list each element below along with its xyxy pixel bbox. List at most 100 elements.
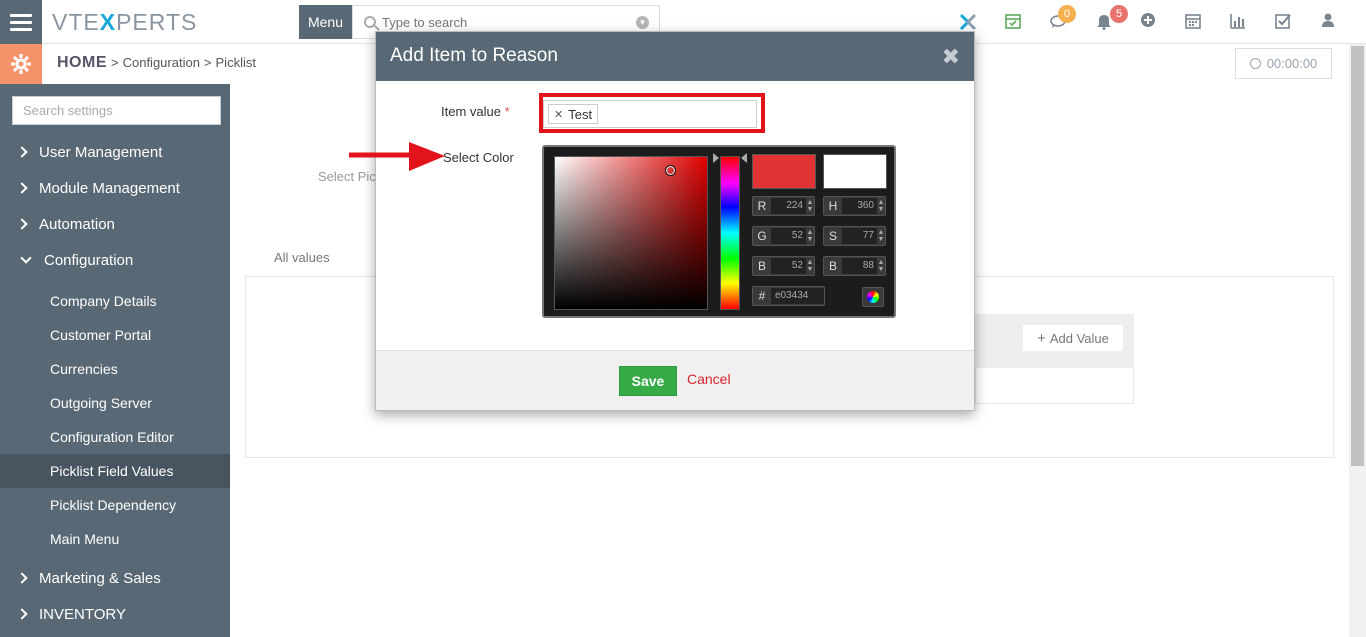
- hex-value[interactable]: e03434: [771, 288, 824, 304]
- scrollbar-thumb[interactable]: [1351, 46, 1364, 466]
- settings-search-input[interactable]: Search settings: [12, 96, 221, 125]
- sidebar-item-inventory[interactable]: INVENTORY: [0, 597, 230, 631]
- spinner-icon[interactable]: ▲ ▼: [806, 259, 814, 273]
- sidebar-subitem-currencies[interactable]: Currencies: [0, 352, 230, 386]
- sidebar-item-label: INVENTORY: [39, 605, 126, 623]
- cancel-link[interactable]: Cancel: [687, 371, 731, 387]
- notification-count-badge: 5: [1110, 5, 1128, 23]
- sidebar-subitem-outgoing-server[interactable]: Outgoing Server: [0, 386, 230, 420]
- global-search-input[interactable]: [382, 14, 622, 30]
- sidebar-subitem-customer-portal[interactable]: Customer Portal: [0, 318, 230, 352]
- color-selector-handle[interactable]: [665, 165, 676, 176]
- logo-prefix: VTE: [52, 9, 100, 35]
- tasks-checkbox-icon[interactable]: [1273, 12, 1293, 32]
- s-label: S: [828, 229, 837, 243]
- h-label: H: [828, 199, 838, 213]
- breadcrumb: HOME > Configuration > Picklist: [57, 54, 256, 72]
- sidebar-subitem-configuration-editor[interactable]: Configuration Editor: [0, 420, 230, 454]
- calendar-check-icon[interactable]: [1003, 12, 1023, 32]
- green-channel-field[interactable]: G 52 ▲ ▼: [752, 226, 815, 246]
- hue-slider-arrow-right[interactable]: [741, 153, 747, 163]
- hue-field[interactable]: H 360 ▲ ▼: [823, 196, 886, 216]
- tab-all-values[interactable]: All values: [274, 250, 330, 265]
- sidebar-item-user-management[interactable]: User Management: [0, 135, 230, 169]
- vtexperts-logo[interactable]: VTEXPERTS: [52, 9, 197, 36]
- breadcrumb-configuration[interactable]: Configuration: [123, 55, 200, 70]
- add-item-modal: Add Item to Reason ✖ Item value * ✕ Test…: [375, 31, 975, 411]
- logo-x: X: [99, 9, 117, 35]
- hue-slider-arrow-left[interactable]: [713, 153, 719, 163]
- current-color-swatch: [823, 154, 887, 189]
- hex-label: #: [758, 289, 766, 303]
- user-profile-icon[interactable]: [1318, 12, 1338, 32]
- sidebar-item-marketing-sales[interactable]: Marketing & Sales: [0, 561, 230, 595]
- sidebar-item-module-management[interactable]: Module Management: [0, 171, 230, 205]
- modal-title: Add Item to Reason: [390, 45, 558, 66]
- required-asterisk: *: [504, 104, 510, 119]
- hue-slider[interactable]: [720, 156, 740, 310]
- v-label: B: [828, 259, 837, 273]
- search-icon: [364, 16, 376, 28]
- calendar-icon[interactable]: [1183, 12, 1203, 32]
- bell-icon[interactable]: 5: [1094, 5, 1128, 32]
- sidebar-subitem-picklist-dependency[interactable]: Picklist Dependency: [0, 488, 230, 522]
- chevron-right-icon: [16, 608, 28, 620]
- search-dropdown-icon[interactable]: ▼: [636, 16, 649, 29]
- sidebar-item-label: Module Management: [39, 179, 180, 197]
- chat-icon[interactable]: 0: [1048, 5, 1076, 32]
- chevron-right-icon: [16, 218, 28, 230]
- add-icon[interactable]: [1138, 12, 1158, 32]
- sidebar-item-label: Marketing & Sales: [39, 569, 161, 587]
- r-label: R: [757, 199, 767, 213]
- settings-gear-icon[interactable]: [0, 44, 42, 84]
- spinner-icon[interactable]: ▲ ▼: [877, 199, 885, 213]
- hex-field[interactable]: # e03434: [752, 286, 825, 306]
- add-value-button[interactable]: + Add Value: [1022, 324, 1124, 352]
- annotation-highlight-box: [539, 93, 765, 133]
- chevron-right-icon: [16, 146, 28, 158]
- g-value[interactable]: 52: [771, 228, 806, 244]
- color-saturation-area[interactable]: [554, 156, 708, 310]
- sidebar-item-label: Automation: [39, 215, 115, 233]
- close-icon[interactable]: ✖: [942, 44, 960, 70]
- brightness-field[interactable]: B 88 ▲ ▼: [823, 256, 886, 276]
- settings-sidebar: Search settings User Management Module M…: [0, 84, 230, 637]
- breadcrumb-home[interactable]: HOME: [57, 54, 107, 72]
- spinner-icon[interactable]: ▲ ▼: [806, 229, 814, 243]
- item-value-label: Item value *: [441, 104, 510, 119]
- sidebar-subitem-picklist-field-values[interactable]: Picklist Field Values: [0, 454, 230, 488]
- blue-channel-field[interactable]: B 52 ▲ ▼: [752, 256, 815, 276]
- sidebar-item-automation[interactable]: Automation: [0, 207, 230, 241]
- spinner-icon[interactable]: ▲ ▼: [806, 199, 814, 213]
- breadcrumb-separator: >: [203, 55, 212, 70]
- timer-button[interactable]: 00:00:00: [1235, 48, 1332, 79]
- reports-chart-icon[interactable]: [1228, 12, 1248, 32]
- annotation-arrow-icon: [349, 142, 445, 171]
- modal-header: Add Item to Reason: [376, 32, 974, 81]
- sidebar-item-label: Configuration: [44, 251, 134, 269]
- vtiger-x-icon[interactable]: [958, 12, 978, 32]
- b-value[interactable]: 52: [771, 258, 806, 274]
- sidebar-subitem-company-details[interactable]: Company Details: [0, 284, 230, 318]
- v-value[interactable]: 88: [842, 258, 877, 274]
- h-value[interactable]: 360: [842, 198, 877, 214]
- modal-footer: Save Cancel: [376, 350, 974, 410]
- saturation-field[interactable]: S 77 ▲ ▼: [823, 226, 886, 246]
- menu-button[interactable]: Menu: [299, 5, 352, 39]
- add-value-label: Add Value: [1049, 330, 1109, 346]
- chevron-right-icon: [16, 572, 28, 584]
- red-channel-field[interactable]: R 224 ▲ ▼: [752, 196, 815, 216]
- spinner-icon[interactable]: ▲ ▼: [877, 259, 885, 273]
- sidebar-item-configuration[interactable]: Configuration: [0, 243, 230, 277]
- save-button[interactable]: Save: [619, 366, 677, 396]
- breadcrumb-picklist[interactable]: Picklist: [216, 55, 256, 70]
- breadcrumb-separator: >: [111, 55, 119, 70]
- hamburger-menu-icon[interactable]: [0, 0, 42, 44]
- spinner-icon[interactable]: ▲ ▼: [877, 229, 885, 243]
- r-value[interactable]: 224: [771, 198, 806, 214]
- sidebar-subitem-main-menu[interactable]: Main Menu: [0, 522, 230, 556]
- item-value-text: Item value: [441, 104, 501, 119]
- sidebar-item-label: User Management: [39, 143, 163, 161]
- color-wheel-icon[interactable]: [862, 287, 884, 307]
- s-value[interactable]: 77: [842, 228, 877, 244]
